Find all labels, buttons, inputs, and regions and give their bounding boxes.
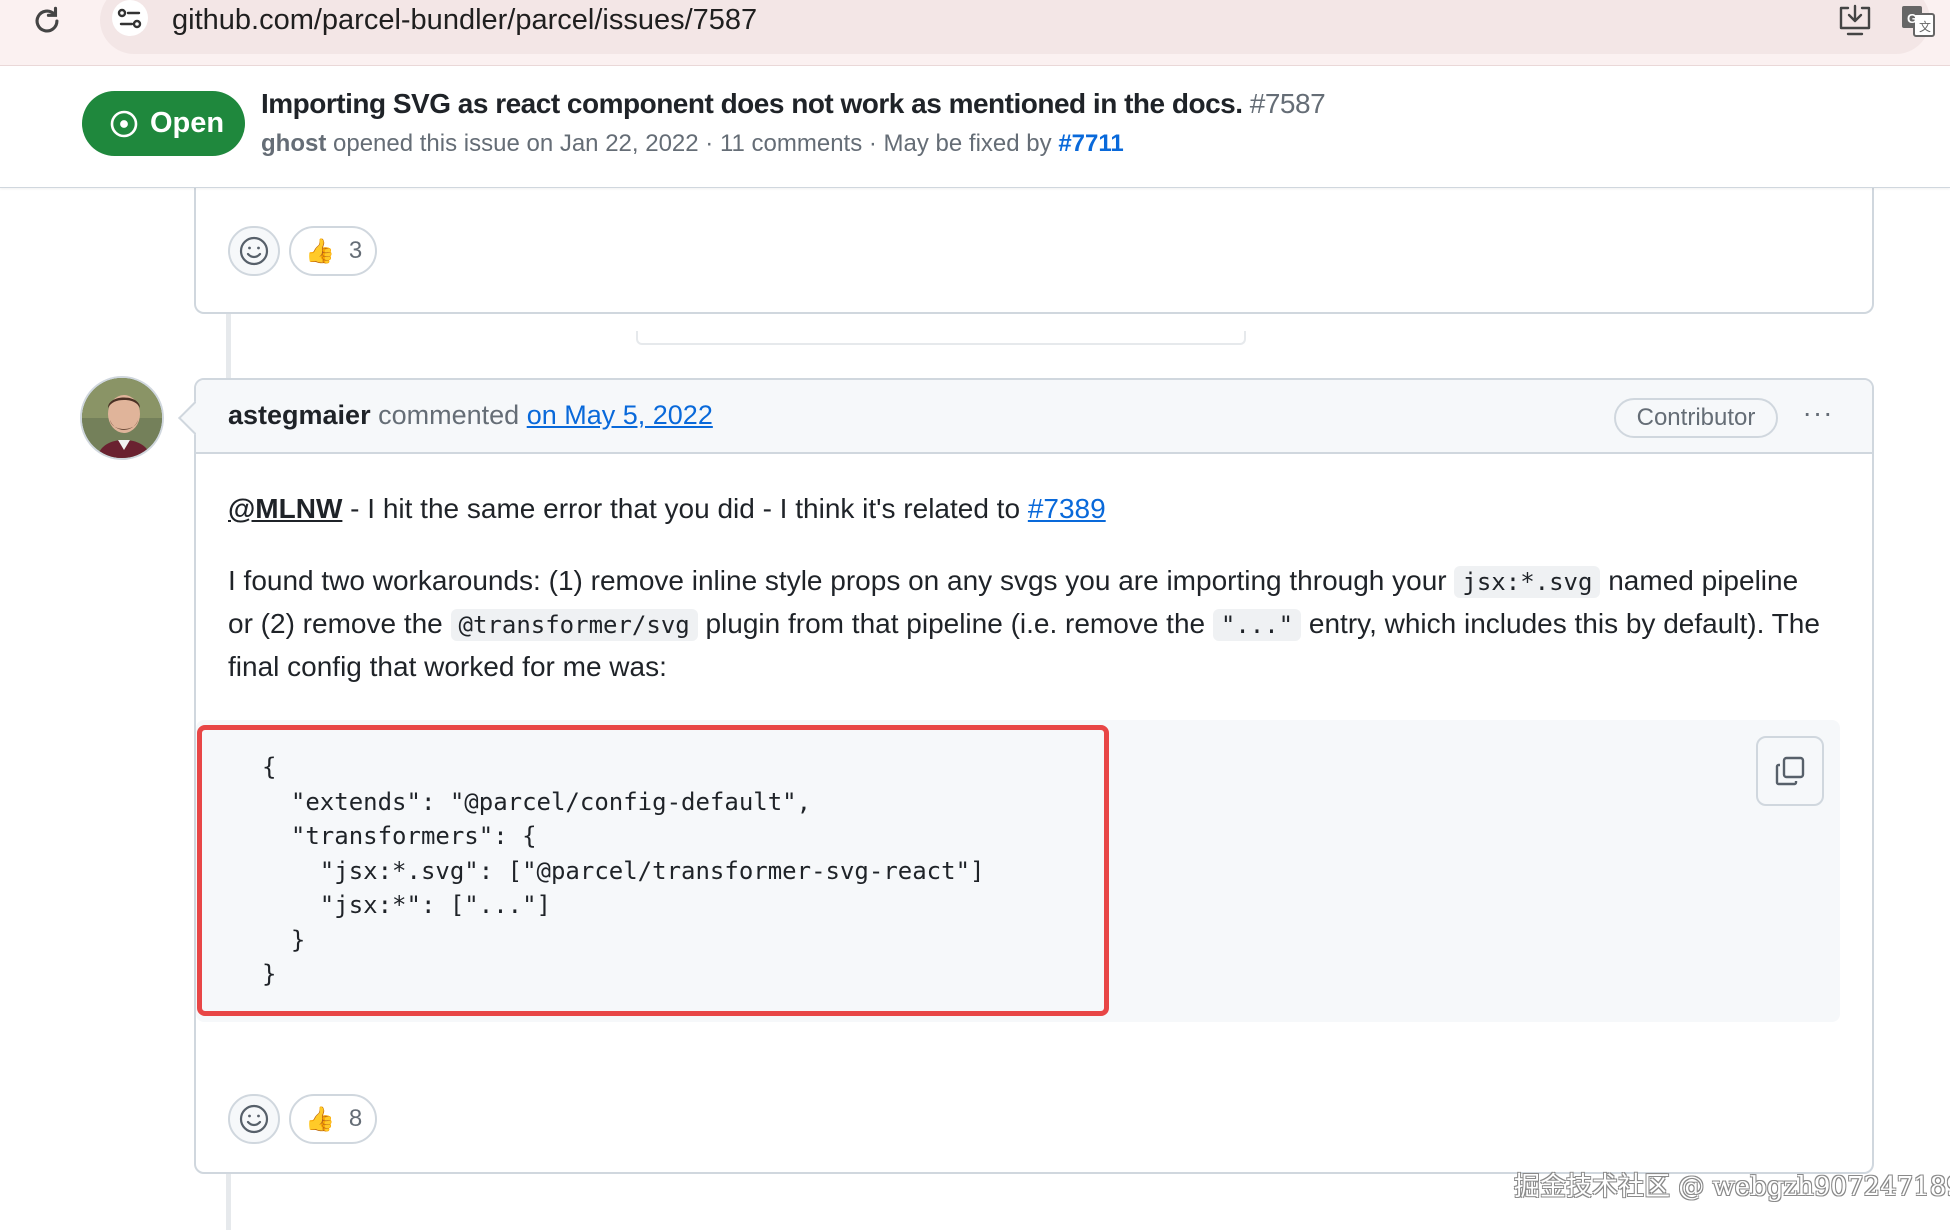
paragraph-2-text-1: I found two workarounds: (1) remove inli… [228,565,1455,596]
svg-text:G: G [1907,11,1917,26]
comment-author-line: astegmaier commented on May 5, 2022 [228,400,713,431]
user-mention-link[interactable]: @MLNW [228,493,342,524]
issue-sticky-header: Open Importing SVG as react component do… [0,66,1950,188]
issue-state-badge: Open [82,91,245,156]
reaction-count: 8 [348,1105,363,1132]
issue-meta-text: opened this issue on Jan 22, 2022 · 11 c… [333,130,1052,157]
related-issue-link[interactable]: #7389 [1028,493,1106,524]
svg-text:文: 文 [1919,19,1931,34]
reload-icon[interactable] [30,4,64,38]
thumbs-up-icon: 👍 [305,237,335,265]
fixed-by-link[interactable]: #7711 [1058,130,1123,157]
comment-author[interactable]: astegmaier [228,400,371,430]
copy-button[interactable] [1756,736,1824,806]
tune-icon[interactable] [112,0,148,36]
inline-code-jsx-svg: jsx:*.svg [1454,566,1601,598]
comment-paragraph-2: I found two workarounds: (1) remove inli… [228,560,1828,688]
issue-meta: ghost opened this issue on Jan 22, 2022 … [261,130,1124,158]
issue-state-label: Open [150,107,225,139]
paragraph-2-text-3: plugin from that pipeline (i.e. remove t… [697,608,1213,639]
add-reaction-button[interactable] [228,1094,280,1144]
comment-header: astegmaier commented on May 5, 2022 Cont… [196,380,1872,454]
previous-comment-content-fragment [636,331,1246,345]
avatar[interactable] [80,376,164,460]
address-bar[interactable]: github.com/parcel-bundler/parcel/issues/… [100,0,1930,54]
issue-number: #7587 [1249,88,1326,119]
issue-opened-icon [110,110,138,137]
comment-paragraph-1: @MLNW - I hit the same error that you di… [228,488,1106,530]
install-icon[interactable] [1836,4,1874,38]
watermark: 掘金技术社区 @ webgzh907247189 [1514,1172,1950,1202]
reaction-count: 3 [348,237,363,264]
inline-code-ellipsis: "..." [1212,609,1302,641]
copy-icon [1775,756,1805,786]
comment-action: commented [378,400,520,430]
issue-title: Importing SVG as react component does no… [261,88,1326,120]
issue-title-text: Importing SVG as react component does no… [261,88,1243,119]
thumbs-up-icon: 👍 [305,1105,335,1133]
highlight-annotation [197,725,1109,1016]
contributor-badge: Contributor [1614,398,1778,438]
comment-date-link[interactable]: on May 5, 2022 [527,400,713,430]
reaction-thumbs-up[interactable]: 👍 3 [289,226,377,276]
issue-author[interactable]: ghost [261,130,326,157]
smiley-icon [239,1104,269,1134]
inline-code-transformer-svg: @transformer/svg [450,609,698,641]
reaction-thumbs-up[interactable]: 👍 8 [289,1094,377,1144]
add-reaction-button[interactable] [228,226,280,276]
smiley-icon [239,236,269,266]
paragraph-1-text: - I hit the same error that you did - I … [342,493,1028,524]
translate-icon[interactable]: G文 [1900,4,1936,38]
url-text: github.com/parcel-bundler/parcel/issues/… [172,4,758,36]
comment-menu-button[interactable]: ··· [1798,399,1838,434]
browser-toolbar: github.com/parcel-bundler/parcel/issues/… [0,0,1950,66]
